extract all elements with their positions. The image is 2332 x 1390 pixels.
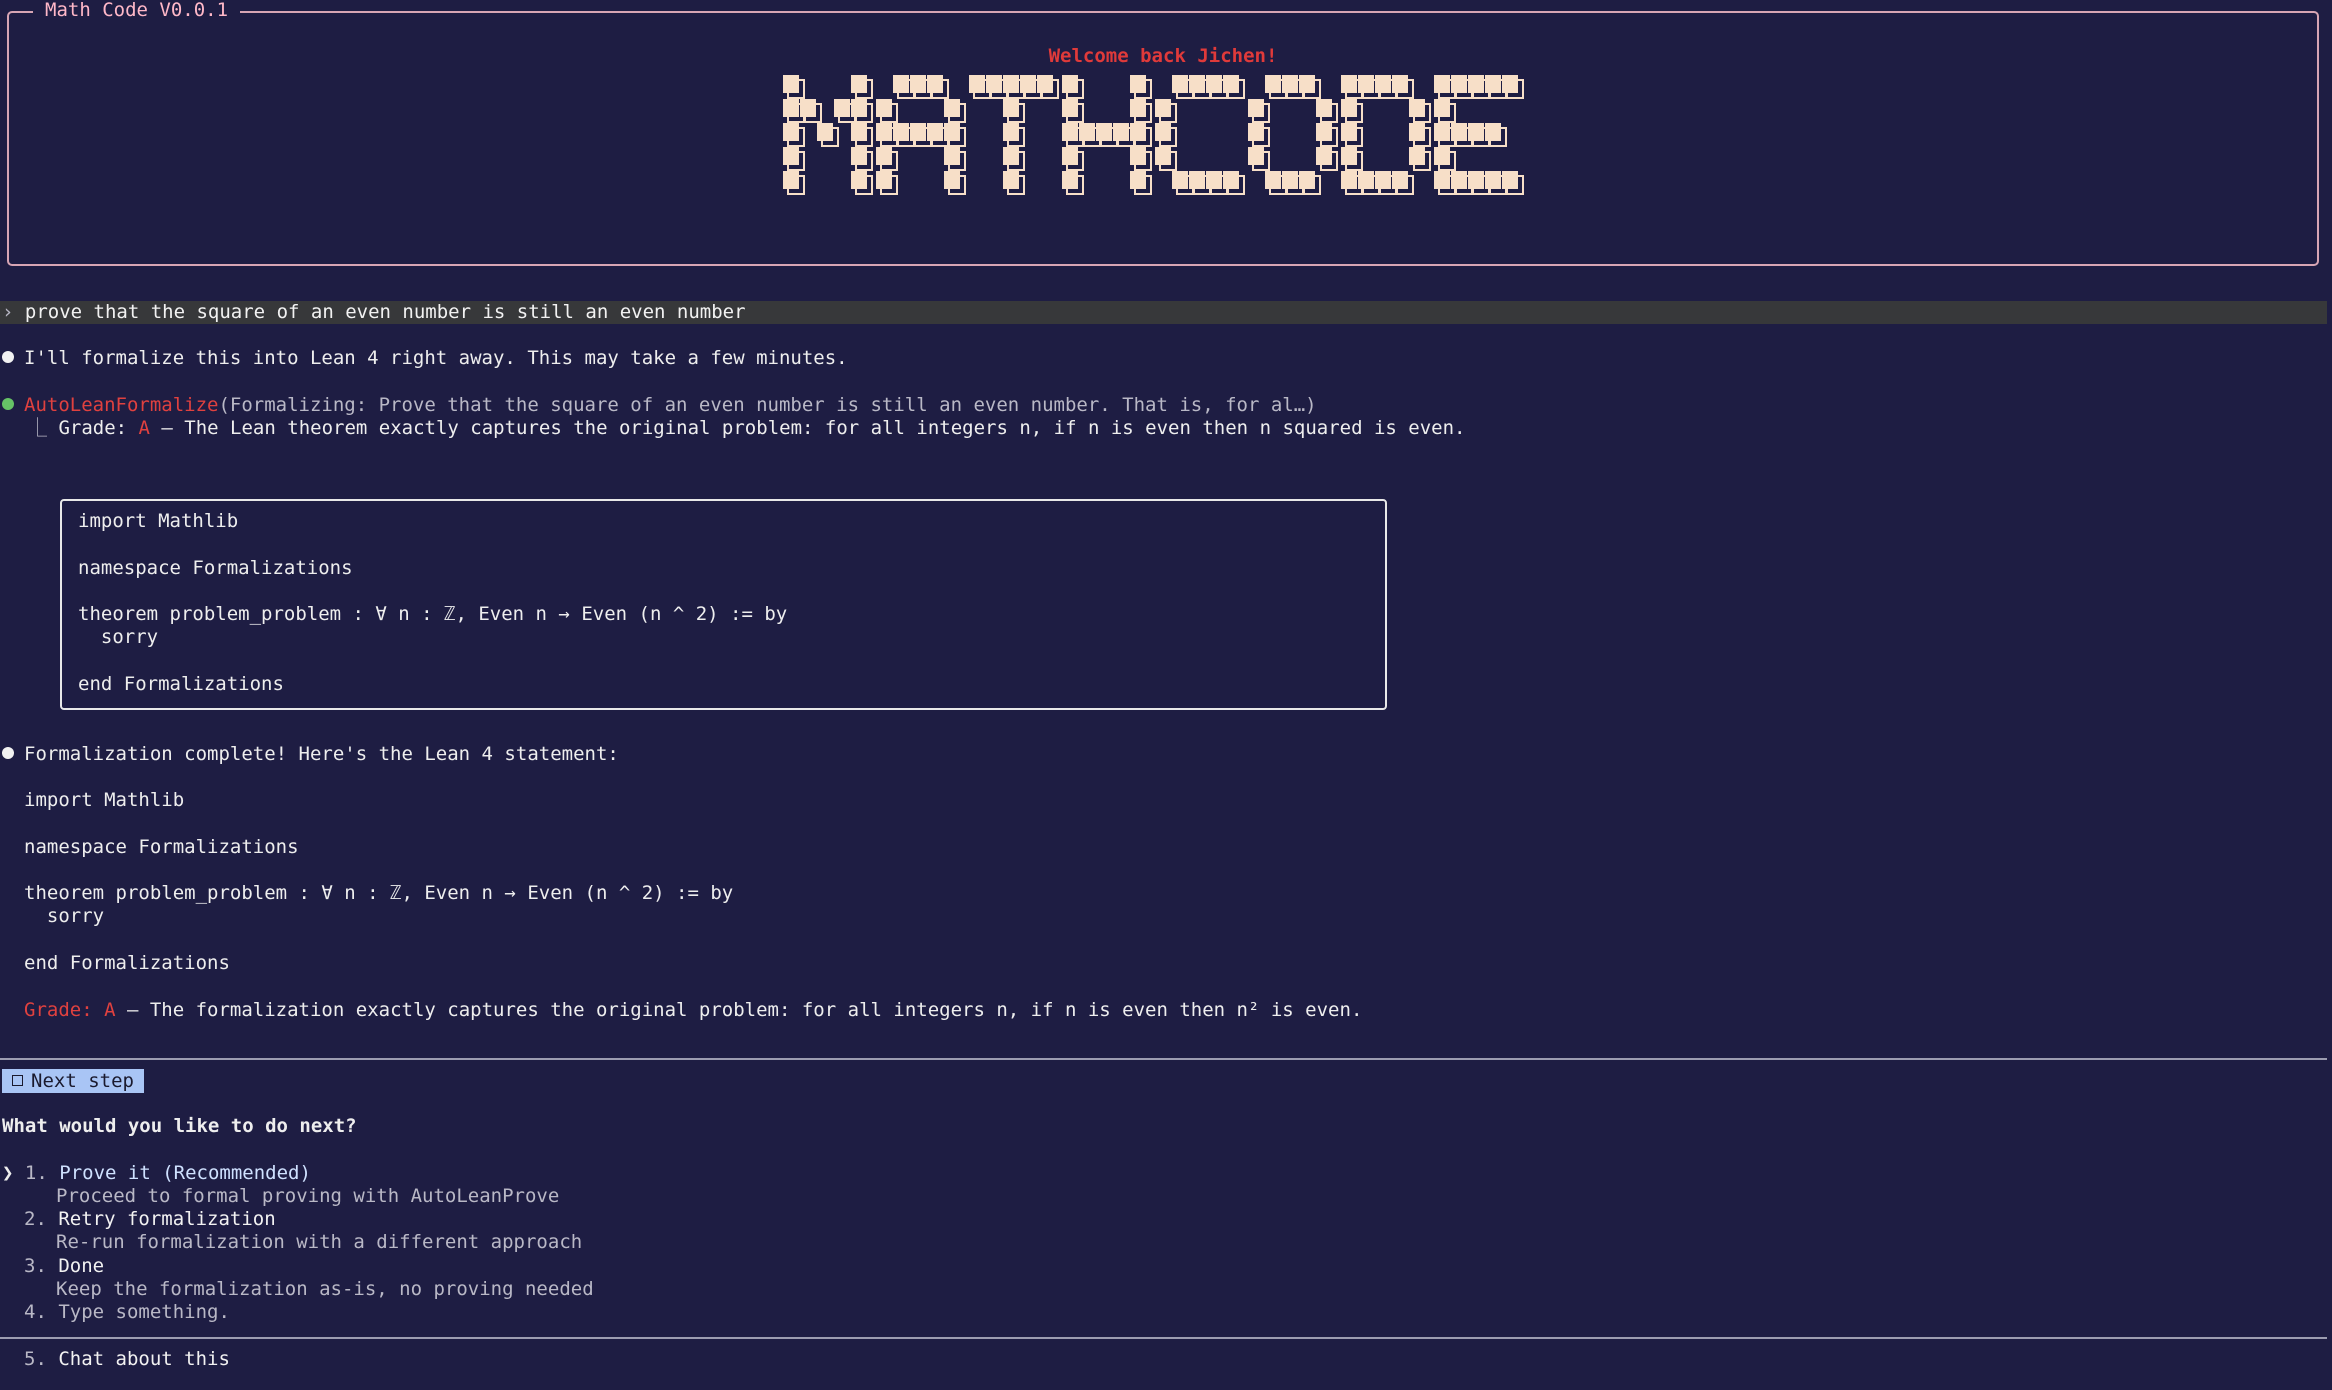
- option-1[interactable]: ❯ 1. Prove it (Recommended): [2, 1162, 311, 1185]
- statement-line: end Formalizations: [24, 952, 230, 974]
- prompt-text: prove that the square of an even number …: [24, 301, 746, 323]
- option-title: Chat about this: [58, 1348, 230, 1370]
- statement-line: sorry: [24, 905, 105, 927]
- option-5[interactable]: 5. Chat about this: [24, 1348, 230, 1371]
- option-description: Keep the formalization as-is, no proving…: [56, 1278, 594, 1300]
- option-3[interactable]: 3. Done: [24, 1255, 104, 1278]
- welcome-message: Welcome back Jichen!: [1048, 45, 1278, 67]
- final-grade-value: A: [104, 999, 116, 1021]
- final-grade-description: — The formalization exactly captures the…: [115, 999, 1363, 1021]
- app-title: Math Code V0.0.1: [33, 0, 241, 22]
- header-box: Math Code V0.0.1 Welcome back Jichen!: [7, 0, 2319, 266]
- statement-line: namespace Formalizations: [24, 836, 299, 858]
- option-number: 3.: [24, 1255, 47, 1277]
- divider: [0, 1058, 2327, 1060]
- option-2[interactable]: 2. Retry formalization: [24, 1208, 276, 1231]
- statement-line: import Mathlib: [24, 789, 185, 811]
- tool-args: (Formalizing: Prove that the square of a…: [218, 394, 1317, 416]
- grade-description: — The Lean theorem exactly captures the …: [149, 417, 1466, 439]
- status-dot-icon: [2, 398, 14, 410]
- option-4[interactable]: 4. Type something.: [24, 1301, 230, 1324]
- grade-value: A: [138, 417, 150, 439]
- option-number: 2.: [24, 1208, 47, 1230]
- statement-line: theorem problem_problem : ∀ n : ℤ, Even …: [24, 882, 734, 904]
- mathcode-logo: [783, 75, 1524, 195]
- option-number: 4.: [24, 1301, 47, 1323]
- code-line: sorry: [78, 626, 159, 648]
- final-grade-label: Grade:: [24, 999, 105, 1021]
- next-step-question: What would you like to do next?: [2, 1115, 357, 1137]
- complete-text: Formalization complete! Here's the Lean …: [24, 743, 619, 765]
- cursor-icon: ❯: [2, 1162, 14, 1184]
- final-grade: Grade: A — The formalization exactly cap…: [24, 999, 1362, 1022]
- option-description: Proceed to formal proving with AutoLeanP…: [56, 1185, 560, 1207]
- tool-name: AutoLeanFormalize: [24, 394, 219, 416]
- option-title: Prove it (Recommended): [59, 1162, 311, 1184]
- next-step-label: Next step: [31, 1070, 134, 1092]
- divider: [0, 1337, 2327, 1339]
- option-title: Type something.: [58, 1301, 230, 1323]
- grade-label: Grade:: [58, 417, 139, 439]
- assistant-message-complete: Formalization complete! Here's the Lean …: [2, 743, 619, 766]
- tool-result: ⎿ Grade: A — The Lean theorem exactly ca…: [28, 417, 1465, 440]
- intro-text: I'll formalize this into Lean 4 right aw…: [24, 347, 848, 369]
- option-title: Done: [58, 1255, 105, 1277]
- option-number: 5.: [24, 1348, 47, 1370]
- option-number: 1.: [24, 1162, 48, 1184]
- code-line: theorem problem_problem : ∀ n : ℤ, Even …: [78, 603, 788, 625]
- code-line: namespace Formalizations: [78, 557, 353, 579]
- assistant-message-intro: I'll formalize this into Lean 4 right aw…: [2, 347, 848, 370]
- tool-call: AutoLeanFormalize(Formalizing: Prove tha…: [2, 394, 1317, 417]
- code-line: end Formalizations: [78, 673, 284, 695]
- tree-branch-icon: ⎿: [28, 417, 59, 439]
- user-prompt: › prove that the square of an even numbe…: [2, 301, 746, 324]
- bullet-icon: [2, 351, 14, 363]
- bullet-icon: [2, 747, 14, 759]
- checkbox-icon: [12, 1075, 23, 1086]
- next-step-badge: Next step: [2, 1069, 144, 1093]
- option-title: Retry formalization: [58, 1208, 276, 1230]
- code-line: import Mathlib: [78, 510, 239, 532]
- chevron-right-icon: ›: [2, 301, 14, 323]
- option-description: Re-run formalization with a different ap…: [56, 1231, 583, 1253]
